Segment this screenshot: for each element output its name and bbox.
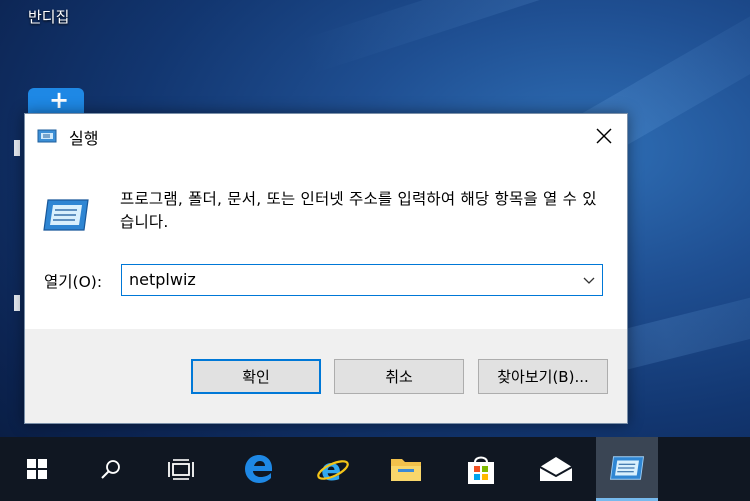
chevron-down-icon[interactable] [582, 273, 596, 287]
open-combobox[interactable]: netplwiz [121, 264, 603, 296]
task-view-button[interactable] [150, 437, 212, 501]
cancel-button[interactable]: 취소 [334, 359, 464, 394]
mail-icon [539, 457, 573, 481]
file-explorer-icon [391, 459, 421, 481]
desktop-icon-label[interactable]: 반디집 [28, 6, 69, 27]
run-title-icon [37, 129, 57, 143]
run-program-icon [43, 199, 89, 231]
run-dialog: 실행 프로그램, 폴더, 문서, 또는 인터넷 주소를 입력하여 해당 항목을 … [24, 113, 628, 424]
ok-button[interactable]: 확인 [191, 359, 321, 394]
start-button[interactable] [6, 437, 68, 501]
store-button[interactable] [450, 437, 512, 501]
title-bar[interactable]: 실행 [25, 114, 627, 158]
edge-icon [245, 455, 272, 483]
mail-button[interactable] [525, 437, 587, 501]
task-view-icon [168, 459, 194, 480]
browse-button[interactable]: 찾아보기(B)... [478, 359, 608, 394]
dialog-description: 프로그램, 폴더, 문서, 또는 인터넷 주소를 입력하여 해당 항목을 열 수… [120, 190, 597, 231]
dialog-content: 프로그램, 폴더, 문서, 또는 인터넷 주소를 입력하여 해당 항목을 열 수… [25, 158, 627, 329]
dialog-title: 실행 [69, 129, 99, 148]
desktop-edge-mark [14, 140, 20, 156]
close-icon [596, 128, 612, 144]
open-label: 열기(O): [44, 273, 103, 291]
store-icon [468, 456, 494, 484]
desktop-edge-mark [14, 295, 20, 311]
run-icon [609, 455, 645, 480]
search-button[interactable] [80, 437, 142, 501]
internet-explorer-icon: e [317, 453, 349, 485]
edge-button[interactable] [228, 437, 290, 501]
search-icon [101, 460, 120, 479]
close-button[interactable] [581, 114, 627, 158]
run-taskbar-button[interactable] [596, 437, 658, 501]
taskbar: e [0, 437, 750, 501]
open-input[interactable]: netplwiz [129, 270, 196, 289]
file-explorer-button[interactable] [375, 437, 437, 501]
internet-explorer-button[interactable]: e [302, 437, 364, 501]
start-icon [27, 459, 47, 479]
